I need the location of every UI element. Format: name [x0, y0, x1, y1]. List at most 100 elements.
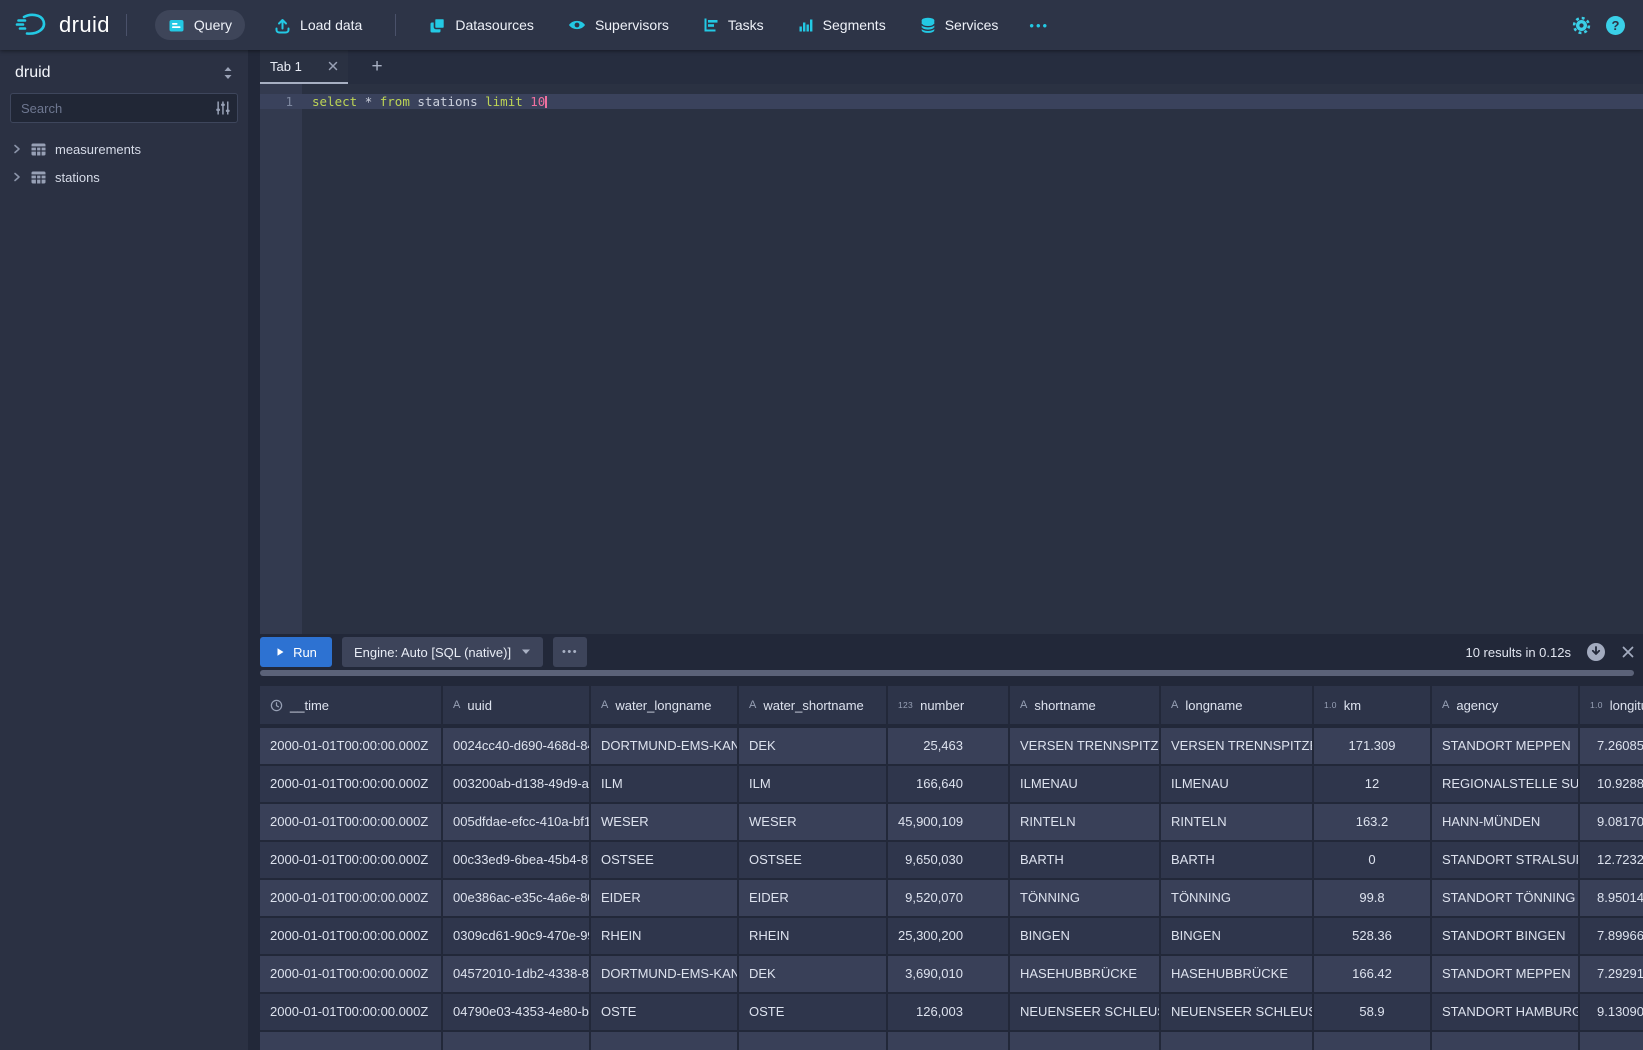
column-header-agency[interactable]: Aagency: [1432, 686, 1580, 724]
table-cell[interactable]: ILM: [739, 766, 888, 802]
table-cell[interactable]: 005dfdae-efcc-410a-bf1: [443, 804, 591, 840]
table-cell[interactable]: [443, 1032, 591, 1050]
table-cell[interactable]: 9,520,070: [888, 880, 1010, 916]
table-cell[interactable]: [888, 1032, 1010, 1050]
tree-item-stations[interactable]: stations: [0, 163, 248, 191]
search-input[interactable]: [10, 93, 238, 123]
table-cell[interactable]: HASEHUBBRÜCKE: [1161, 956, 1314, 992]
nav-item-load-data[interactable]: Load data: [274, 17, 362, 34]
column-header-shortname[interactable]: Ashortname: [1010, 686, 1161, 724]
table-cell[interactable]: 00c33ed9-6bea-45b4-87: [443, 842, 591, 878]
engine-select[interactable]: Engine: Auto [SQL (native)]: [342, 637, 543, 667]
download-button[interactable]: [1586, 642, 1606, 662]
horizontal-scrollbar[interactable]: [260, 670, 1634, 676]
table-cell[interactable]: 04572010-1db2-4338-85: [443, 956, 591, 992]
column-header-uuid[interactable]: Auuid: [443, 686, 591, 724]
table-cell[interactable]: EIDER: [591, 880, 739, 916]
table-cell[interactable]: STANDORT MEPPEN: [1432, 956, 1580, 992]
table-cell[interactable]: DEK: [739, 728, 888, 764]
table-cell[interactable]: DORTMUND-EMS-KANAL: [591, 956, 739, 992]
column-header-water_shortname[interactable]: Awater_shortname: [739, 686, 888, 724]
table-cell[interactable]: 2000-01-01T00:00:00.000Z: [260, 804, 443, 840]
column-header-longitude[interactable]: 1.0longitude: [1580, 686, 1643, 724]
table-cell[interactable]: 58.9: [1314, 994, 1432, 1030]
nav-item-tasks[interactable]: Tasks: [703, 17, 764, 33]
table-cell[interactable]: VERSEN TRENNSPITZE: [1010, 728, 1161, 764]
table-cell[interactable]: [591, 1032, 739, 1050]
table-cell[interactable]: 04790e03-4353-4e80-be: [443, 994, 591, 1030]
table-cell[interactable]: 99.8: [1314, 880, 1432, 916]
table-cell[interactable]: 166,640: [888, 766, 1010, 802]
table-cell[interactable]: TÖNNING: [1161, 880, 1314, 916]
table-cell[interactable]: 9,650,030: [888, 842, 1010, 878]
table-cell[interactable]: 3,690,010: [888, 956, 1010, 992]
column-header-__time[interactable]: __time: [260, 686, 443, 724]
table-cell[interactable]: HANN-MÜNDEN: [1432, 804, 1580, 840]
table-cell[interactable]: 12.723226: [1580, 842, 1643, 878]
table-cell[interactable]: 163.2: [1314, 804, 1432, 840]
schema-selector-button[interactable]: [222, 66, 234, 80]
nav-more-button[interactable]: •••: [1029, 18, 1049, 33]
table-cell[interactable]: 9.130903: [1580, 994, 1643, 1030]
table-cell[interactable]: REGIONALSTELLE SUHL: [1432, 766, 1580, 802]
table-cell[interactable]: EIDER: [739, 880, 888, 916]
table-cell[interactable]: RHEIN: [739, 918, 888, 954]
table-cell[interactable]: RHEIN: [591, 918, 739, 954]
table-cell[interactable]: 0309cd61-90c9-470e-99: [443, 918, 591, 954]
table-cell[interactable]: [260, 1032, 443, 1050]
table-cell[interactable]: ILMENAU: [1010, 766, 1161, 802]
table-cell[interactable]: 00e386ac-e35c-4a6e-80: [443, 880, 591, 916]
table-cell[interactable]: 126,003: [888, 994, 1010, 1030]
druid-logo[interactable]: druid: [14, 11, 110, 39]
table-cell[interactable]: [1314, 1032, 1432, 1050]
table-cell[interactable]: [1432, 1032, 1580, 1050]
table-cell[interactable]: 2000-01-01T00:00:00.000Z: [260, 918, 443, 954]
table-cell[interactable]: DORTMUND-EMS-KANAL: [591, 728, 739, 764]
table-cell[interactable]: 25,300,200: [888, 918, 1010, 954]
table-cell[interactable]: STANDORT BINGEN: [1432, 918, 1580, 954]
table-cell[interactable]: VERSEN TRENNSPITZE: [1161, 728, 1314, 764]
table-cell[interactable]: ILM: [591, 766, 739, 802]
table-cell[interactable]: TÖNNING: [1010, 880, 1161, 916]
table-cell[interactable]: [1010, 1032, 1161, 1050]
table-cell[interactable]: [1580, 1032, 1643, 1050]
table-cell[interactable]: 10.928843: [1580, 766, 1643, 802]
table-cell[interactable]: 45,900,109: [888, 804, 1010, 840]
table-cell[interactable]: 2000-01-01T00:00:00.000Z: [260, 728, 443, 764]
nav-item-query[interactable]: Query: [155, 10, 245, 40]
tab-tab-1[interactable]: Tab 1: [260, 50, 348, 84]
table-cell[interactable]: HASEHUBBRÜCKE: [1010, 956, 1161, 992]
table-cell[interactable]: STANDORT MEPPEN: [1432, 728, 1580, 764]
table-cell[interactable]: ILMENAU: [1161, 766, 1314, 802]
table-cell[interactable]: OSTSEE: [591, 842, 739, 878]
table-cell[interactable]: 0: [1314, 842, 1432, 878]
table-cell[interactable]: 2000-01-01T00:00:00.000Z: [260, 880, 443, 916]
table-cell[interactable]: OSTE: [739, 994, 888, 1030]
table-cell[interactable]: 25,463: [888, 728, 1010, 764]
nav-item-datasources[interactable]: Datasources: [429, 17, 534, 34]
table-cell[interactable]: BARTH: [1161, 842, 1314, 878]
column-header-number[interactable]: 123number: [888, 686, 1010, 724]
table-cell[interactable]: 2000-01-01T00:00:00.000Z: [260, 766, 443, 802]
settings-button[interactable]: [1572, 16, 1591, 35]
table-cell[interactable]: NEUENSEER SCHLEUSEN: [1161, 994, 1314, 1030]
table-cell[interactable]: 7.292912: [1580, 956, 1643, 992]
close-results-button[interactable]: [1621, 645, 1635, 659]
table-cell[interactable]: DEK: [739, 956, 888, 992]
table-cell[interactable]: 7.260856: [1580, 728, 1643, 764]
query-more-button[interactable]: •••: [553, 637, 587, 667]
table-cell[interactable]: BINGEN: [1161, 918, 1314, 954]
table-cell[interactable]: 8.950149: [1580, 880, 1643, 916]
filter-button[interactable]: [215, 100, 231, 116]
add-tab-button[interactable]: +: [360, 50, 394, 84]
table-cell[interactable]: 003200ab-d138-49d9-aa: [443, 766, 591, 802]
table-cell[interactable]: STANDORT TÖNNING: [1432, 880, 1580, 916]
table-cell[interactable]: STANDORT HAMBURG: [1432, 994, 1580, 1030]
table-cell[interactable]: RINTELN: [1010, 804, 1161, 840]
table-cell[interactable]: 2000-01-01T00:00:00.000Z: [260, 956, 443, 992]
sql-code-line[interactable]: select * from stations limit 10: [312, 94, 547, 109]
nav-item-supervisors[interactable]: Supervisors: [568, 17, 669, 33]
table-cell[interactable]: 12: [1314, 766, 1432, 802]
table-cell[interactable]: RINTELN: [1161, 804, 1314, 840]
table-cell[interactable]: 2000-01-01T00:00:00.000Z: [260, 842, 443, 878]
